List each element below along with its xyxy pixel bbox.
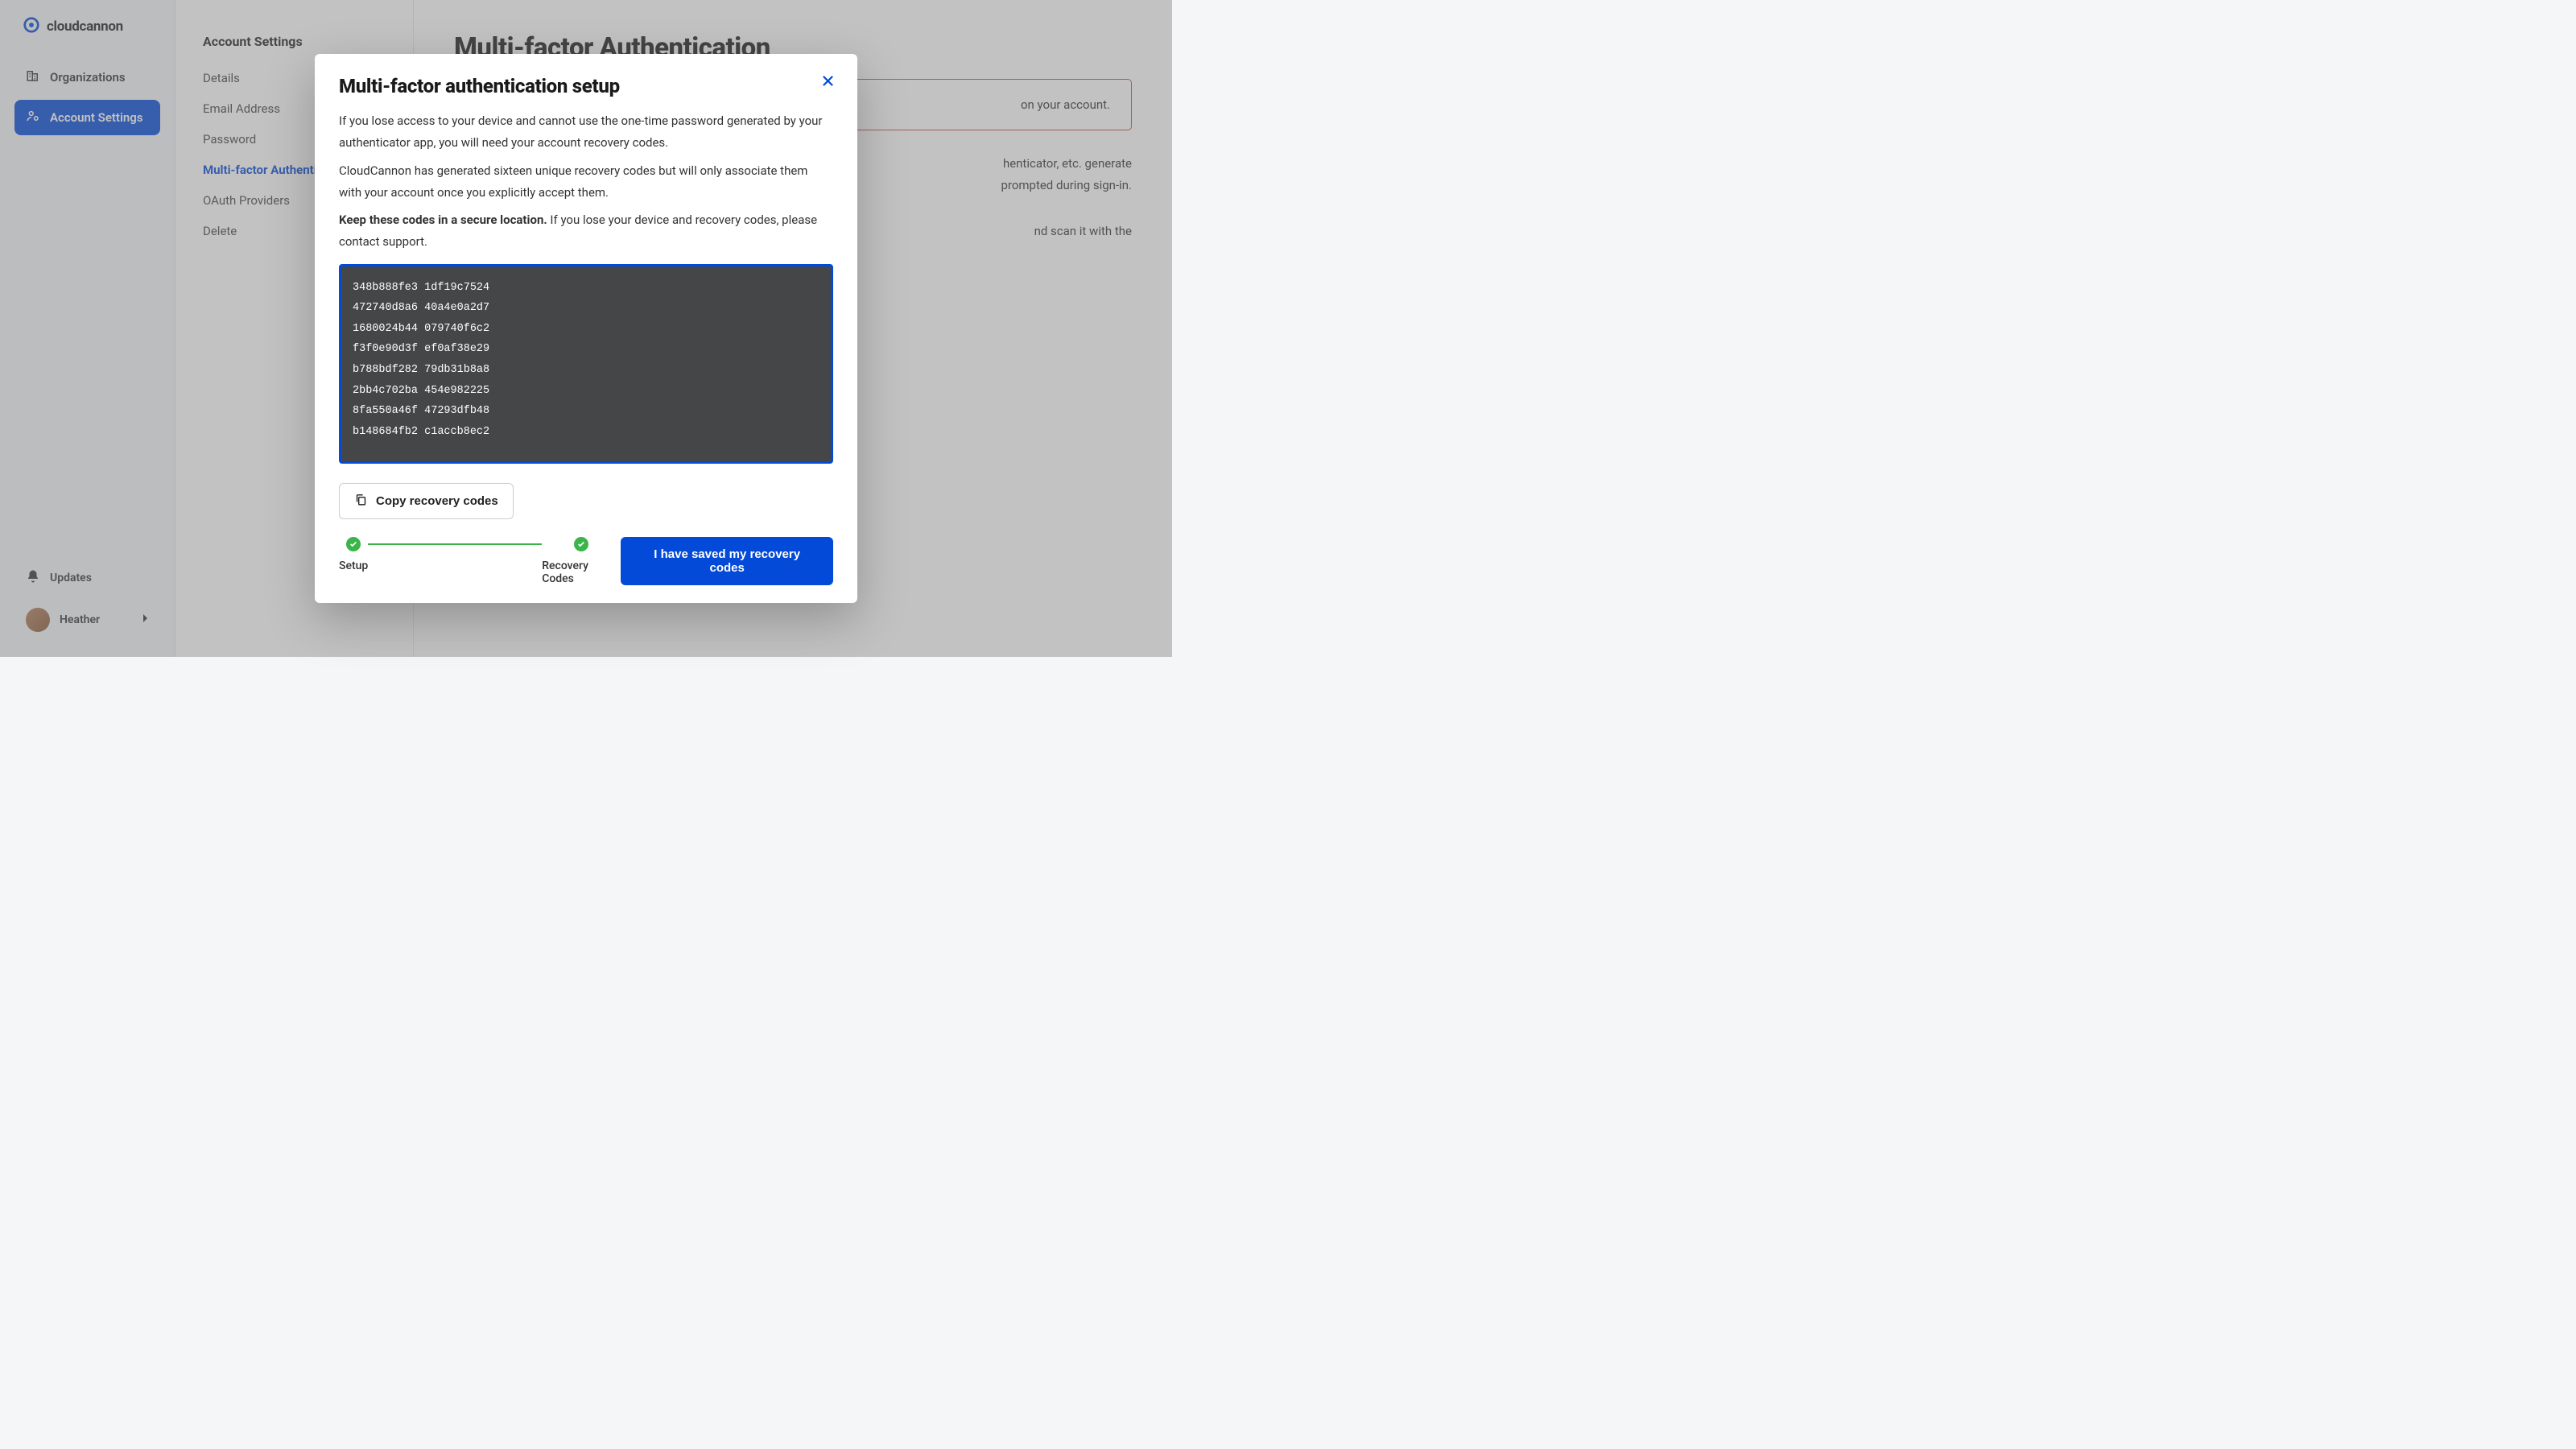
recovery-codes-textarea[interactable] [339,264,833,464]
step-recovery-codes: Recovery Codes [542,537,621,585]
step-complete-icon [574,537,588,551]
step-connector [368,543,542,545]
setup-stepper: Setup Recovery Codes [339,537,621,585]
modal-paragraph-3-strong: Keep these codes in a secure location. [339,213,547,227]
modal-footer: Setup Recovery Codes I have saved my rec… [339,537,833,585]
step-complete-icon [346,537,361,551]
copy-button-label: Copy recovery codes [376,494,498,508]
copy-icon [354,493,368,510]
step-label-2: Recovery Codes [542,559,621,585]
close-button[interactable] [819,73,836,91]
modal-paragraph-1: If you lose access to your device and ca… [339,110,833,153]
modal-title: Multi-factor authentication setup [339,75,833,97]
modal-paragraph-2: CloudCannon has generated sixteen unique… [339,160,833,203]
copy-recovery-codes-button[interactable]: Copy recovery codes [339,483,514,519]
confirm-saved-codes-button[interactable]: I have saved my recovery codes [621,537,833,585]
modal-paragraph-3: Keep these codes in a secure location. I… [339,209,833,252]
step-label-1: Setup [339,559,368,572]
modal-overlay[interactable]: Multi-factor authentication setup If you… [0,0,1172,657]
step-setup: Setup [339,537,368,572]
close-icon [822,75,834,90]
mfa-setup-modal: Multi-factor authentication setup If you… [315,54,857,602]
